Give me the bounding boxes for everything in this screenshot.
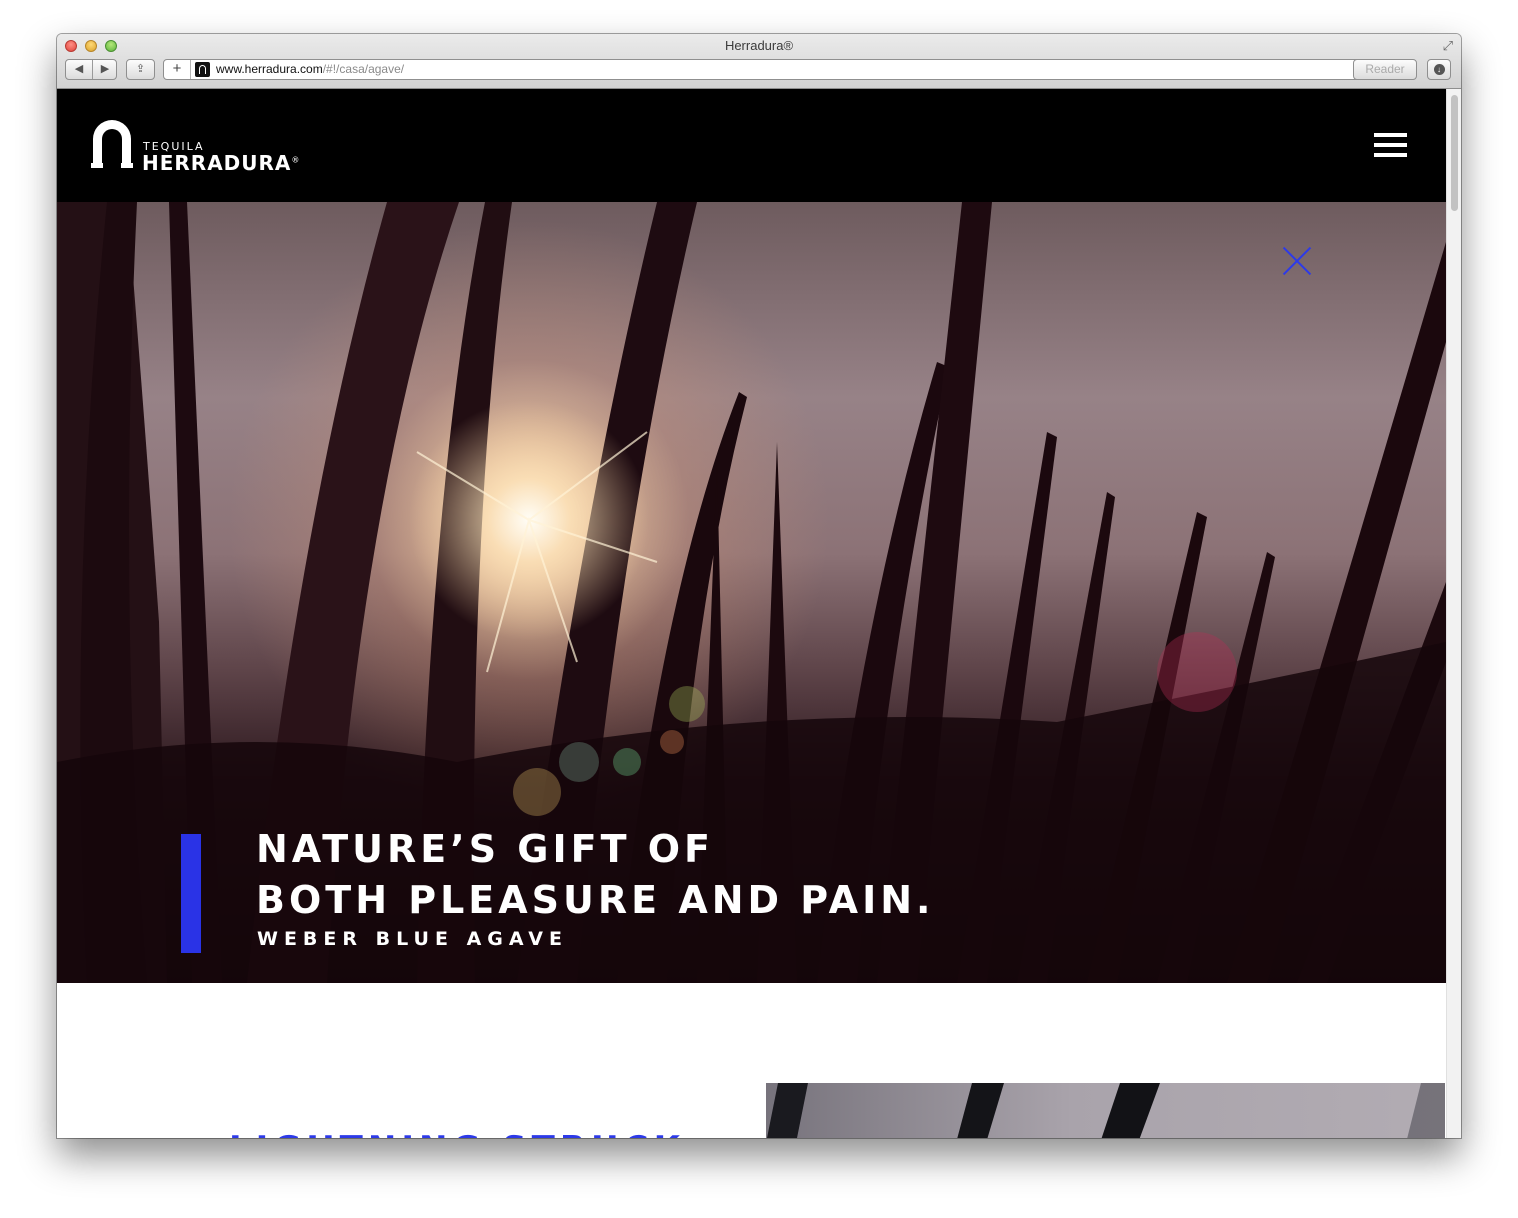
hero-section: NATURE’S GIFT OF BOTH PLEASURE AND PAIN.… [57, 202, 1446, 983]
agave-photo-image [767, 1083, 1445, 1138]
hero-subtitle: WEBER BLUE AGAVE [257, 928, 568, 950]
browser-toolbar: Herradura® ⤢ ◀ ▶ ⇪ + www.herradura.com/#… [57, 34, 1461, 89]
back-button[interactable]: ◀ [66, 60, 93, 79]
add-bookmark-button[interactable]: + [164, 60, 191, 79]
reader-button[interactable]: Reader [1353, 59, 1417, 80]
hero-title-line-2: BOTH PLEASURE AND PAIN. [256, 878, 935, 922]
download-icon: ↓ [1433, 63, 1445, 75]
registered-mark: ® [291, 155, 301, 165]
share-button[interactable]: ⇪ [126, 59, 155, 80]
scrollbar-thumb[interactable] [1451, 95, 1458, 211]
menu-icon[interactable] [1374, 133, 1409, 159]
site-header: TEQUILA HERRADURA® [57, 89, 1446, 202]
url-path: /#!/casa/agave/ [322, 62, 405, 76]
forward-button[interactable]: ▶ [92, 60, 118, 79]
herradura-logo[interactable]: TEQUILA HERRADURA® [91, 120, 301, 176]
downloads-button[interactable]: ↓ [1427, 59, 1451, 80]
horseshoe-icon [91, 120, 133, 168]
page-viewport: TEQUILA HERRADURA® NATURE’S GIFT OF BOTH… [57, 89, 1461, 1138]
close-icon[interactable] [1283, 247, 1311, 275]
logo-wordmark-text: HERRADURA [142, 151, 292, 175]
page-scrollbar[interactable] [1446, 89, 1461, 1138]
logo-wordmark: HERRADURA® [142, 151, 300, 175]
url-host: www.herradura.com [216, 62, 323, 76]
hero-title-line-1: NATURE’S GIFT OF [256, 827, 714, 871]
address-bar[interactable]: + www.herradura.com/#!/casa/agave/ ↻ [163, 59, 1415, 80]
url-text[interactable]: www.herradura.com/#!/casa/agave/ [216, 60, 404, 79]
accent-bar [181, 834, 201, 953]
fullscreen-icon[interactable]: ⤢ [1443, 38, 1453, 54]
agave-photo [766, 1083, 1445, 1138]
history-nav: ◀ ▶ [65, 59, 117, 80]
window-title: Herradura® [724, 38, 794, 53]
hero-title: NATURE’S GIFT OF BOTH PLEASURE AND PAIN. [256, 824, 934, 926]
browser-window: Herradura® ⤢ ◀ ▶ ⇪ + www.herradura.com/#… [57, 34, 1461, 1138]
section-heading: LIGHTNING STRUCK [229, 1129, 685, 1138]
site-favicon-icon [195, 62, 210, 77]
